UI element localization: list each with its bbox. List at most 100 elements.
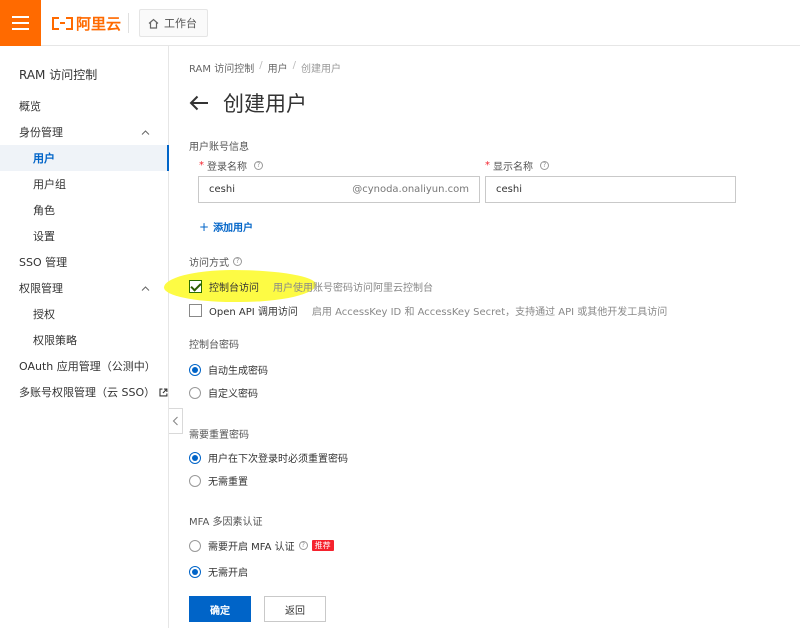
aliyun-logo[interactable]: 阿里云 bbox=[52, 13, 121, 33]
breadcrumb-separator: / bbox=[292, 60, 296, 71]
confirm-button[interactable]: 确定 bbox=[189, 596, 251, 622]
top-divider bbox=[128, 13, 129, 33]
password-custom-label: 自定义密码 bbox=[208, 389, 258, 400]
openapi-access-label: Open API 调用访问 bbox=[209, 307, 298, 318]
mfa-required-label: 需要开启 MFA 认证 bbox=[208, 542, 295, 553]
page-title: 创建用户 bbox=[223, 92, 307, 116]
help-icon[interactable]: ? bbox=[298, 541, 308, 550]
page-header: 创建用户 bbox=[189, 88, 307, 118]
reset-not-required-label: 无需重置 bbox=[208, 477, 248, 488]
console-access-option[interactable]: 控制台访问 用户使用账号密码访问阿里云控制台 bbox=[189, 279, 433, 294]
sidebar-item-oauth[interactable]: OAuth 应用管理（公测中） bbox=[0, 353, 168, 379]
sidebar-item-roles[interactable]: 角色 bbox=[0, 197, 168, 223]
sidebar-item-label: 角色 bbox=[33, 204, 55, 217]
aliyun-logo-mark-icon bbox=[52, 16, 73, 30]
mfa-required-option[interactable]: 需要开启 MFA 认证 ? 推荐 bbox=[189, 538, 334, 553]
sidebar-item-identity[interactable]: 身份管理 bbox=[0, 119, 168, 145]
sidebar: RAM 访问控制 概览 身份管理 用户 用户组 角色 设置 SSO 管理 权限管… bbox=[0, 46, 169, 628]
breadcrumb: RAM 访问控制 / 用户 / 创建用户 bbox=[189, 60, 341, 75]
login-name-value: ceshi bbox=[209, 184, 235, 195]
display-name-label-text: 显示名称 bbox=[493, 162, 533, 173]
password-auto-option[interactable]: 自动生成密码 bbox=[189, 362, 268, 377]
home-icon bbox=[148, 18, 159, 29]
login-name-label-text: 登录名称 bbox=[207, 162, 247, 173]
reset-required-label: 用户在下次登录时必须重置密码 bbox=[208, 454, 348, 465]
openapi-access-option[interactable]: Open API 调用访问 启用 AccessKey ID 和 AccessKe… bbox=[189, 303, 667, 318]
sidebar-item-user-groups[interactable]: 用户组 bbox=[0, 171, 168, 197]
help-icon[interactable]: ? bbox=[254, 161, 263, 170]
password-auto-radio[interactable] bbox=[189, 363, 201, 376]
logo-text: 阿里云 bbox=[76, 14, 122, 33]
add-user-button[interactable]: + 添加用户 bbox=[199, 219, 253, 235]
console-access-checkbox[interactable] bbox=[189, 280, 202, 293]
display-name-label: * 显示名称 ? bbox=[485, 158, 549, 173]
sidebar-item-label: 用户 bbox=[33, 152, 55, 165]
reset-password-section-label: 需要重置密码 bbox=[189, 430, 249, 441]
sidebar-title: RAM 访问控制 bbox=[19, 68, 98, 82]
sidebar-item-label: 权限管理 bbox=[19, 282, 63, 295]
breadcrumb-item-current: 创建用户 bbox=[300, 64, 341, 75]
workbench-button[interactable]: 工作台 bbox=[139, 9, 208, 37]
access-section-label-text: 访问方式 bbox=[189, 258, 229, 269]
login-name-domain-suffix: @cynoda.onaliyun.com bbox=[352, 184, 469, 195]
required-mark: * bbox=[485, 160, 490, 171]
openapi-access-checkbox[interactable] bbox=[189, 304, 202, 317]
breadcrumb-item-users[interactable]: 用户 bbox=[268, 60, 288, 75]
recommended-badge: 推荐 bbox=[311, 540, 334, 551]
sidebar-item-label: 授权 bbox=[33, 308, 55, 321]
help-icon[interactable]: ? bbox=[233, 257, 242, 266]
sidebar-item-label: 概览 bbox=[19, 100, 41, 113]
password-custom-option[interactable]: 自定义密码 bbox=[189, 385, 258, 400]
reset-required-option[interactable]: 用户在下次登录时必须重置密码 bbox=[189, 450, 348, 465]
chevron-up-icon bbox=[141, 130, 150, 135]
display-name-input[interactable]: ceshi bbox=[485, 176, 736, 203]
sidebar-item-policies[interactable]: 权限策略 bbox=[0, 327, 168, 353]
sidebar-item-label: SSO 管理 bbox=[19, 256, 68, 269]
back-arrow-icon[interactable] bbox=[189, 95, 209, 111]
breadcrumb-item-ram[interactable]: RAM 访问控制 bbox=[189, 60, 254, 75]
sidebar-item-label: 用户组 bbox=[33, 178, 66, 191]
chevron-up-icon bbox=[141, 286, 150, 291]
account-section-label: 用户账号信息 bbox=[189, 142, 249, 153]
sidebar-item-label: 权限策略 bbox=[33, 334, 77, 347]
back-button[interactable]: 返回 bbox=[264, 596, 326, 622]
mfa-not-required-radio[interactable] bbox=[189, 565, 201, 578]
openapi-access-desc: 启用 AccessKey ID 和 AccessKey Secret，支持通过 … bbox=[311, 307, 668, 318]
plus-icon: + bbox=[199, 219, 210, 234]
access-section-label: 访问方式 ? bbox=[189, 254, 242, 269]
sidebar-item-permissions[interactable]: 权限管理 bbox=[0, 275, 168, 301]
console-password-section-label: 控制台密码 bbox=[189, 340, 239, 351]
sidebar-item-users[interactable]: 用户 bbox=[0, 145, 169, 171]
sidebar-item-grants[interactable]: 授权 bbox=[0, 301, 168, 327]
mfa-required-radio[interactable] bbox=[189, 539, 201, 552]
mfa-not-required-option[interactable]: 无需开启 bbox=[189, 564, 248, 579]
console-access-label: 控制台访问 bbox=[209, 283, 259, 294]
workbench-label: 工作台 bbox=[164, 17, 197, 30]
chevron-left-icon bbox=[172, 416, 178, 426]
display-name-value: ceshi bbox=[496, 184, 522, 195]
sidebar-item-label: 多账号权限管理（云 SSO） bbox=[19, 386, 156, 399]
sidebar-item-label: OAuth 应用管理（公测中） bbox=[19, 360, 156, 373]
sidebar-item-label: 身份管理 bbox=[19, 126, 63, 139]
reset-required-radio[interactable] bbox=[189, 451, 201, 464]
sidebar-item-overview[interactable]: 概览 bbox=[0, 93, 168, 119]
login-name-label: * 登录名称 ? bbox=[199, 158, 263, 173]
top-bar: 阿里云 工作台 bbox=[0, 0, 800, 46]
console-access-desc: 用户使用账号密码访问阿里云控制台 bbox=[273, 283, 433, 294]
breadcrumb-separator: / bbox=[259, 60, 263, 71]
mfa-section-label: MFA 多因素认证 bbox=[189, 517, 263, 528]
password-auto-label: 自动生成密码 bbox=[208, 366, 268, 377]
sidebar-collapse-button[interactable] bbox=[169, 408, 183, 434]
sidebar-item-cloud-sso[interactable]: 多账号权限管理（云 SSO） bbox=[0, 379, 168, 405]
hamburger-icon[interactable] bbox=[0, 0, 41, 46]
password-custom-radio[interactable] bbox=[189, 386, 201, 399]
sidebar-item-sso[interactable]: SSO 管理 bbox=[0, 249, 168, 275]
reset-not-required-radio[interactable] bbox=[189, 474, 201, 487]
reset-not-required-option[interactable]: 无需重置 bbox=[189, 473, 248, 488]
external-link-icon bbox=[159, 388, 168, 396]
sidebar-item-settings[interactable]: 设置 bbox=[0, 223, 168, 249]
help-icon[interactable]: ? bbox=[540, 161, 549, 170]
required-mark: * bbox=[199, 160, 204, 171]
mfa-not-required-label: 无需开启 bbox=[208, 568, 248, 579]
login-name-input[interactable]: ceshi @cynoda.onaliyun.com bbox=[198, 176, 480, 203]
